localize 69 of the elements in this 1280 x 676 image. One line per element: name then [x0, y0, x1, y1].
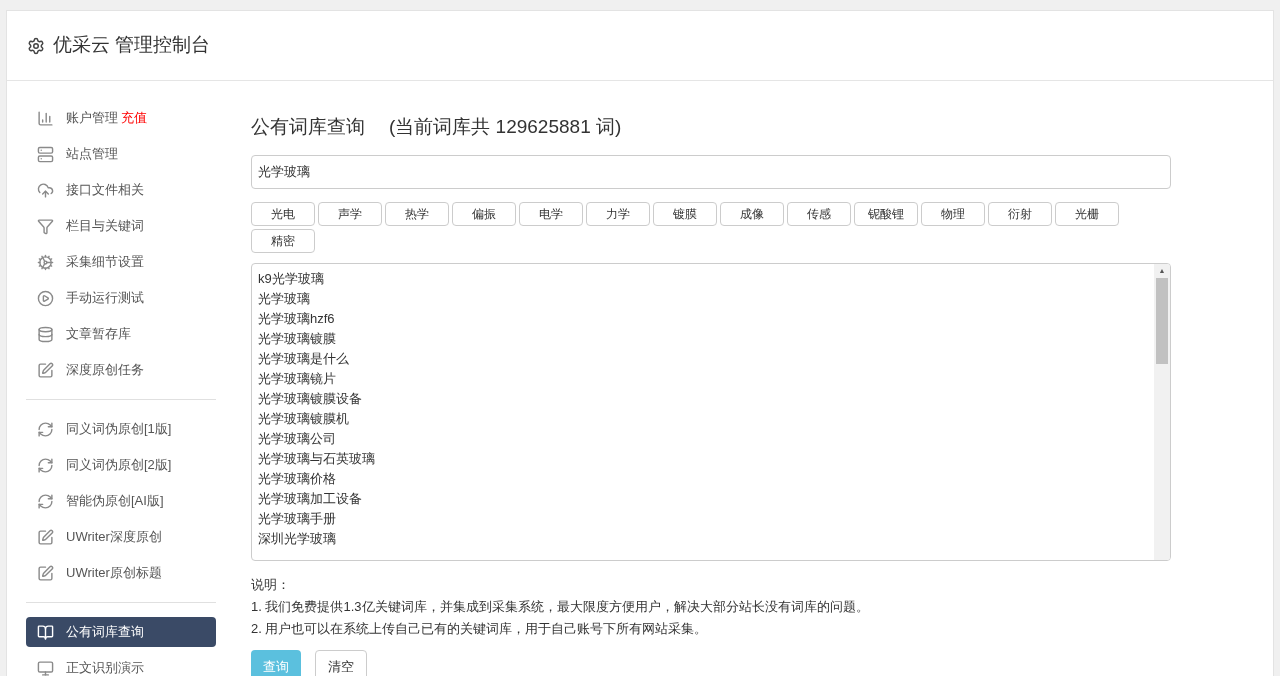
database-icon: [37, 325, 54, 343]
sidebar-item[interactable]: 同义词伪原创[2版]: [26, 450, 216, 480]
keyword-item: 光学玻璃镀膜设备: [258, 389, 362, 408]
gears-icon: [37, 253, 54, 271]
recharge-link[interactable]: 充值: [121, 108, 147, 128]
sidebar-item[interactable]: UWriter原创标题: [26, 558, 216, 588]
sidebar-item[interactable]: UWriter深度原创: [26, 522, 216, 552]
server-icon: [37, 145, 54, 163]
keyword-item: 光学玻璃加工设备: [258, 489, 362, 508]
app-title: 优采云 管理控制台: [53, 33, 211, 58]
refresh-icon: [37, 420, 54, 438]
tag-button[interactable]: 物理: [921, 201, 985, 226]
sidebar-item[interactable]: 同义词伪原创[1版]: [26, 414, 216, 444]
sidebar-item[interactable]: 智能伪原创[AI版]: [26, 486, 216, 516]
keyword-item: 光学玻璃镀膜机: [258, 409, 349, 428]
sidebar-item[interactable]: 接口文件相关: [26, 175, 216, 205]
tag-button[interactable]: 力学: [586, 201, 650, 226]
keyword-item: 光学玻璃hzf6: [258, 309, 335, 328]
notes-title: 说明：: [251, 575, 290, 594]
scrollbar-thumb[interactable]: [1156, 277, 1168, 364]
page-title: 公有词库查询: [251, 115, 365, 139]
keyword-item: 光学玻璃与石英玻璃: [258, 449, 375, 468]
keyword-item: k9光学玻璃: [258, 269, 324, 288]
edit-icon: [37, 528, 54, 546]
sidebar-item[interactable]: 账户管理 充值: [26, 103, 216, 133]
sidebar-item[interactable]: 站点管理: [26, 139, 216, 169]
cloud-upload-icon: [37, 181, 54, 199]
tag-button[interactable]: 精密: [251, 228, 315, 253]
sidebar-item[interactable]: 公有词库查询: [26, 617, 216, 647]
settings-icon: [27, 36, 45, 55]
refresh-icon: [37, 492, 54, 510]
sidebar-item[interactable]: 手动运行测试: [26, 283, 216, 313]
book-icon: [37, 623, 54, 641]
sidebar-item[interactable]: 采集细节设置: [26, 247, 216, 277]
tag-button[interactable]: 电学: [519, 201, 583, 226]
note-text: 2. 用户也可以在系统上传自己已有的关键词库，用于自己账号下所有网站采集。: [251, 619, 708, 638]
tag-button[interactable]: 声学: [318, 201, 382, 226]
tag-button[interactable]: 传感: [787, 201, 851, 226]
keyword-item: 光学玻璃手册: [258, 509, 336, 528]
keyword-item: 光学玻璃公司: [258, 429, 336, 448]
tag-button[interactable]: 偏振: [452, 201, 516, 226]
tag-button[interactable]: 镀膜: [653, 201, 717, 226]
keyword-item: 光学玻璃价格: [258, 469, 336, 488]
edit-icon: [37, 361, 54, 379]
keyword-item: 深圳光学玻璃: [258, 529, 336, 548]
sidebar-item[interactable]: 栏目与关键词: [26, 211, 216, 241]
tag-button[interactable]: 铌酸锂: [854, 201, 918, 226]
keyword-item: 光学玻璃是什么: [258, 349, 349, 368]
clear-button[interactable]: 清空: [315, 649, 367, 676]
filter-icon: [37, 217, 54, 235]
tag-button[interactable]: 衍射: [988, 201, 1052, 226]
sidebar-item[interactable]: 深度原创任务: [26, 355, 216, 385]
search-field[interactable]: 光学玻璃: [251, 154, 1171, 189]
note-text: 1. 我们免费提供1.3亿关键词库，并集成到采集系统，最大限度方便用户，解决大部分站长没有词库的问题。: [251, 597, 869, 616]
keyword-item: 光学玻璃镀膜: [258, 329, 336, 348]
word-count: (当前词库共 129625881 词): [389, 115, 622, 139]
bar-chart-icon: [37, 109, 54, 127]
tag-button[interactable]: 光栅: [1055, 201, 1119, 226]
tag-button[interactable]: 热学: [385, 201, 449, 226]
play-icon: [37, 289, 54, 307]
monitor-icon: [37, 659, 54, 676]
keyword-item: 光学玻璃: [258, 289, 310, 308]
tag-button[interactable]: 成像: [720, 201, 784, 226]
tag-button[interactable]: 光电: [251, 201, 315, 226]
refresh-icon: [37, 456, 54, 474]
sidebar-item[interactable]: 正文识别演示: [26, 653, 216, 676]
sidebar-item[interactable]: 文章暂存库: [26, 319, 216, 349]
keyword-item: 光学玻璃镜片: [258, 369, 336, 388]
edit-icon: [37, 564, 54, 582]
